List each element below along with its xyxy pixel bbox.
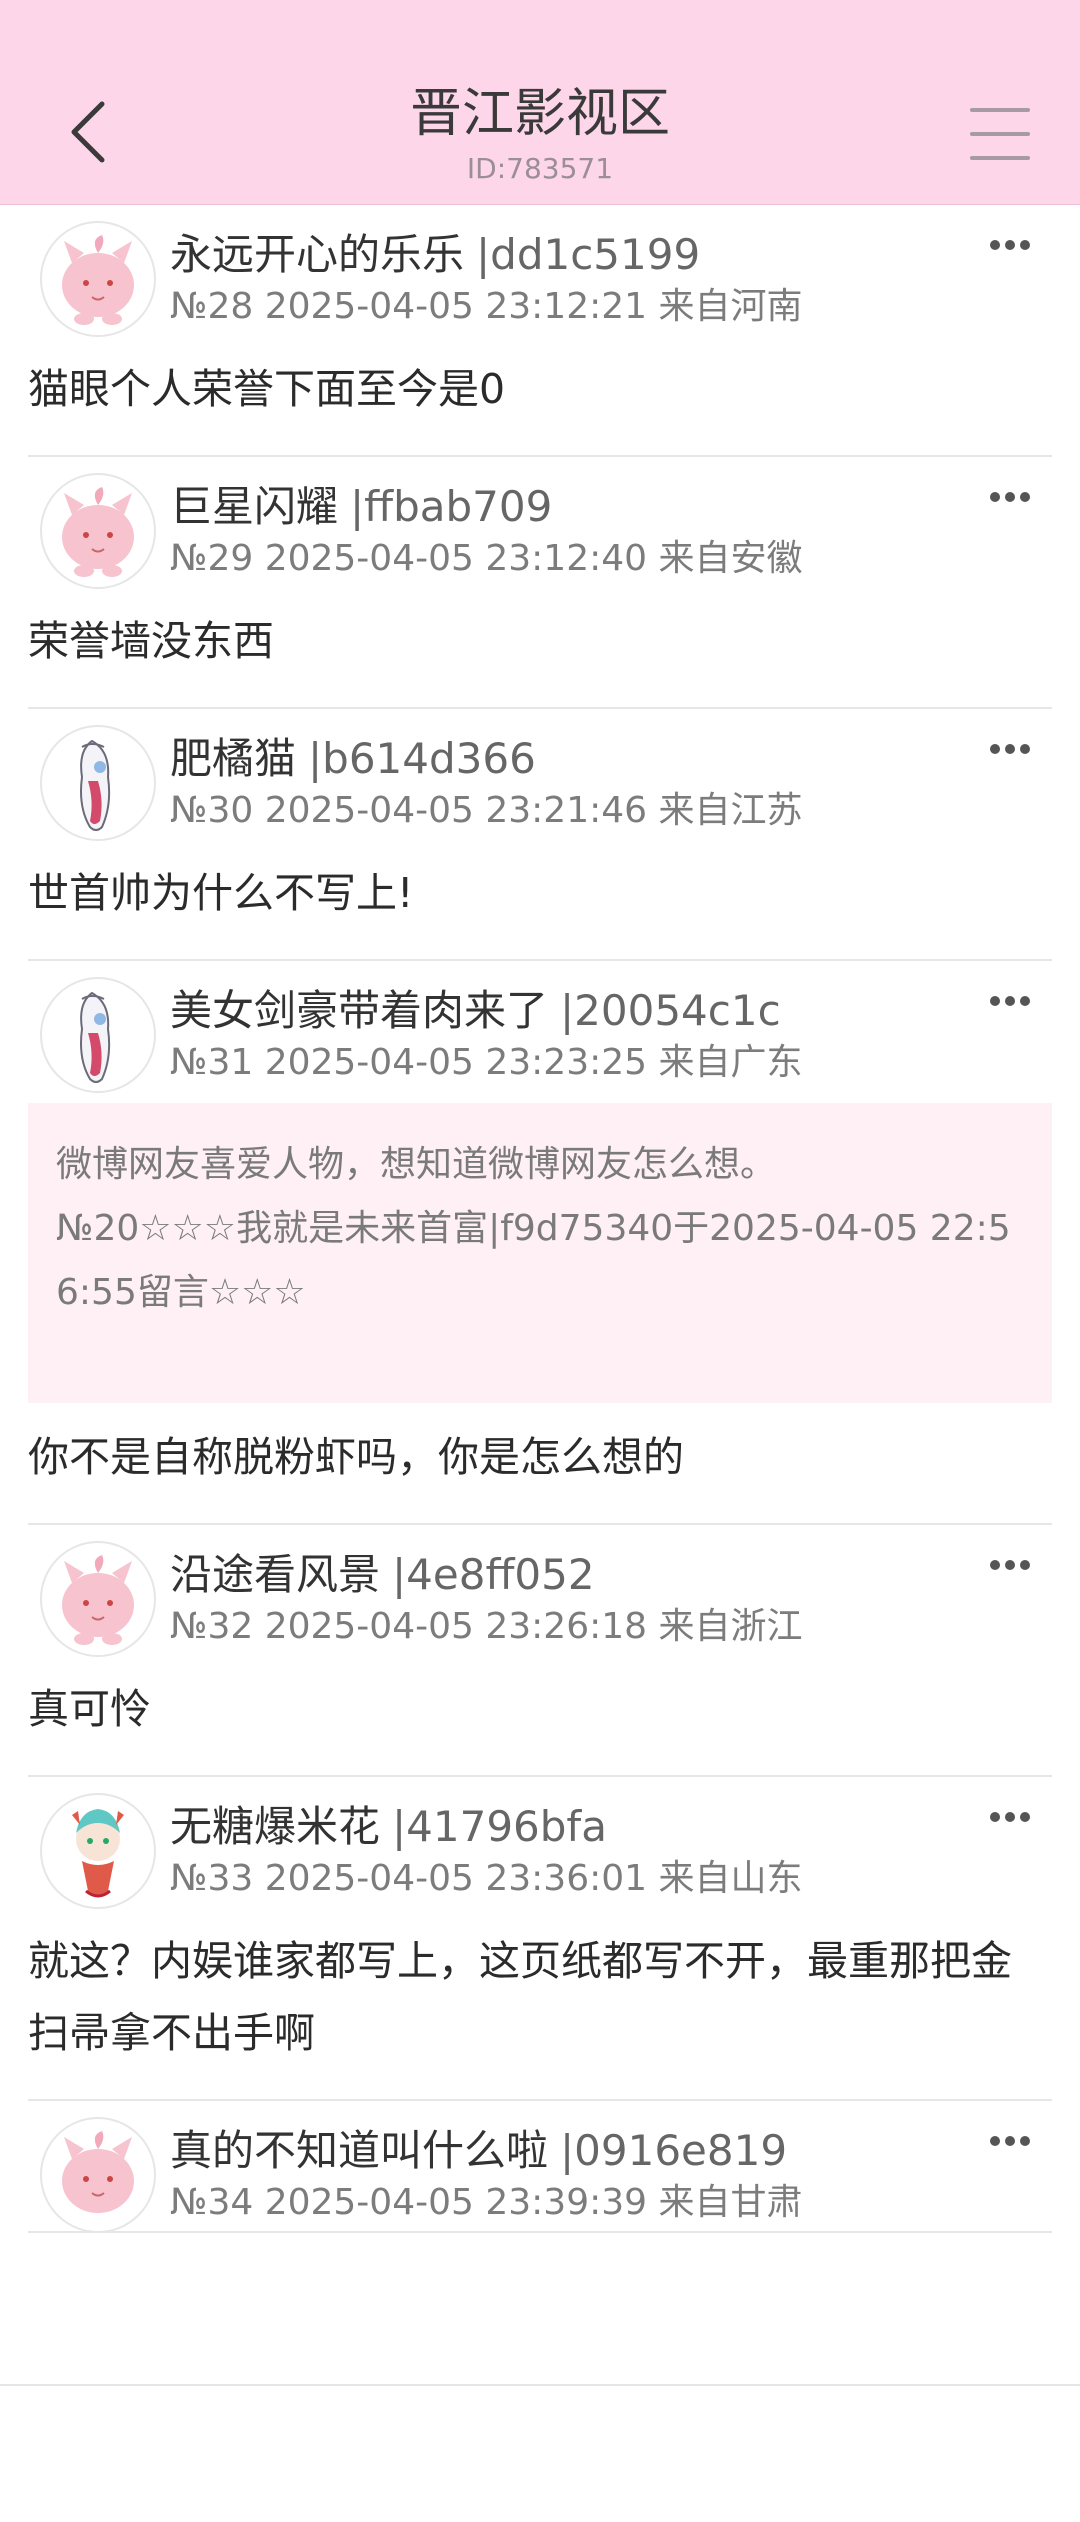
post-item: 肥橘猫 |b614d366 №30 2025-04-05 23:21:46 来自江… xyxy=(28,709,1052,961)
avatar[interactable] xyxy=(40,1541,156,1657)
more-icon xyxy=(990,2131,1035,2150)
post-content: 世首帅为什么不写上! xyxy=(28,869,414,917)
ribbon-creature-avatar-icon xyxy=(80,739,111,831)
post-meta: №31 2025-04-05 23:23:25 来自广东 xyxy=(170,1042,803,1083)
pink-creature-avatar-icon xyxy=(62,487,134,577)
author-name: 肥橘猫 xyxy=(170,734,297,783)
post-meta: №29 2025-04-05 23:12:40 来自安徽 xyxy=(170,538,803,579)
author-uid: |20054c1c xyxy=(560,986,781,1035)
quote-source: №20☆☆☆我就是未来首富|f9d75340于2025-04-05 22:56:… xyxy=(56,1208,1011,1313)
post-meta: №32 2025-04-05 23:26:18 来自浙江 xyxy=(170,1606,803,1647)
post-content: 就这？内娱谁家都写上，这页纸都写不开，最重那把金扫帚拿不出手啊 xyxy=(28,1937,1012,2057)
menu-icon xyxy=(970,108,1030,112)
author-uid: |dd1c5199 xyxy=(476,230,701,279)
more-icon xyxy=(990,991,1035,1010)
post-list[interactable]: 永远开心的乐乐 |dd1c5199 №28 2025-04-05 23:12:21… xyxy=(0,205,1080,2385)
post-item: 沿途看风景 |4e8ff052 №32 2025-04-05 23:26:18 来… xyxy=(28,1525,1052,1777)
more-icon xyxy=(990,1807,1035,1826)
avatar[interactable] xyxy=(40,2117,156,2233)
author-uid: |0916e819 xyxy=(560,2126,788,2175)
post-author[interactable]: 永远开心的乐乐 |dd1c5199 xyxy=(170,229,700,281)
avatar[interactable] xyxy=(40,473,156,589)
post-content: 荣誉墙没东西 xyxy=(28,617,274,665)
post-author[interactable]: 美女剑豪带着肉来了 |20054c1c xyxy=(170,985,781,1037)
quoted-reply[interactable]: 微博网友喜爱人物，想知道微博网友怎么想。 №20☆☆☆我就是未来首富|f9d75… xyxy=(28,1103,1052,1403)
author-uid: |ffbab709 xyxy=(350,482,553,531)
post-author[interactable]: 无糖爆米花 |41796bfa xyxy=(170,1801,607,1853)
author-uid: |b614d366 xyxy=(308,734,536,783)
more-options-button[interactable] xyxy=(990,235,1036,255)
author-name: 美女剑豪带着肉来了 xyxy=(170,986,549,1035)
ribbon-creature-avatar-icon xyxy=(80,991,111,1083)
avatar[interactable] xyxy=(40,221,156,337)
post-author[interactable]: 肥橘猫 |b614d366 xyxy=(170,733,536,785)
post-header: 美女剑豪带着肉来了 |20054c1c №31 2025-04-05 23:23:… xyxy=(28,961,1052,1093)
post-content: 猫眼个人荣誉下面至今是0 xyxy=(28,365,506,413)
more-icon xyxy=(990,1555,1035,1574)
post-header: 肥橘猫 |b614d366 №30 2025-04-05 23:21:46 来自江… xyxy=(28,709,1052,841)
more-icon xyxy=(990,739,1035,758)
page-title: 晋江影视区 xyxy=(409,84,670,144)
author-name: 巨星闪耀 xyxy=(170,482,339,531)
mermaid-creature-avatar-icon xyxy=(72,1809,124,1898)
more-icon xyxy=(990,235,1035,254)
pink-creature-avatar-icon xyxy=(62,2131,134,2213)
pink-creature-avatar-icon xyxy=(62,235,134,325)
post-author[interactable]: 巨星闪耀 |ffbab709 xyxy=(170,481,552,533)
author-name: 真的不知道叫什么啦 xyxy=(170,2126,549,2175)
post-item: 美女剑豪带着肉来了 |20054c1c №31 2025-04-05 23:23:… xyxy=(28,961,1052,1525)
post-meta: №30 2025-04-05 23:21:46 来自江苏 xyxy=(170,790,803,831)
menu-button[interactable] xyxy=(970,108,1030,164)
post-item: 巨星闪耀 |ffbab709 №29 2025-04-05 23:12:40 来自… xyxy=(28,457,1052,709)
more-options-button[interactable] xyxy=(990,487,1036,507)
more-options-button[interactable] xyxy=(990,2131,1036,2151)
post-item: 永远开心的乐乐 |dd1c5199 №28 2025-04-05 23:12:21… xyxy=(28,205,1052,457)
menu-icon-line xyxy=(970,132,1030,136)
avatar[interactable] xyxy=(40,725,156,841)
author-name: 无糖爆米花 xyxy=(170,1802,381,1851)
forum-id: ID:783571 xyxy=(466,152,614,185)
more-options-button[interactable] xyxy=(990,739,1036,759)
post-author[interactable]: 真的不知道叫什么啦 |0916e819 xyxy=(170,2125,787,2177)
post-header: 沿途看风景 |4e8ff052 №32 2025-04-05 23:26:18 来… xyxy=(28,1525,1052,1657)
post-item: 无糖爆米花 |41796bfa №33 2025-04-05 23:36:01 来… xyxy=(28,1777,1052,2101)
post-author[interactable]: 沿途看风景 |4e8ff052 xyxy=(170,1549,595,1601)
post-content: 真可怜 xyxy=(28,1685,151,1733)
more-options-button[interactable] xyxy=(990,1807,1036,1827)
menu-icon-line xyxy=(970,156,1030,160)
post-meta: №28 2025-04-05 23:12:21 来自河南 xyxy=(170,286,803,327)
bottom-bar xyxy=(0,2384,1080,2522)
avatar[interactable] xyxy=(40,1793,156,1909)
avatar[interactable] xyxy=(40,977,156,1093)
more-options-button[interactable] xyxy=(990,991,1036,1011)
author-uid: |41796bfa xyxy=(392,1802,607,1851)
more-icon xyxy=(990,487,1035,506)
author-name: 永远开心的乐乐 xyxy=(170,230,465,279)
author-uid: |4e8ff052 xyxy=(392,1550,595,1599)
quote-text: 微博网友喜爱人物，想知道微博网友怎么想。 xyxy=(56,1144,777,1185)
post-item: 真的不知道叫什么啦 |0916e819 №34 2025-04-05 23:39:… xyxy=(28,2101,1052,2233)
app-header: 晋江影视区 ID:783571 xyxy=(0,0,1080,205)
post-meta: №33 2025-04-05 23:36:01 来自山东 xyxy=(170,1858,803,1899)
post-header: 永远开心的乐乐 |dd1c5199 №28 2025-04-05 23:12:21… xyxy=(28,205,1052,337)
post-header: 真的不知道叫什么啦 |0916e819 №34 2025-04-05 23:39:… xyxy=(28,2101,1052,2233)
pink-creature-avatar-icon xyxy=(62,1555,134,1645)
post-header: 无糖爆米花 |41796bfa №33 2025-04-05 23:36:01 来… xyxy=(28,1777,1052,1909)
post-header: 巨星闪耀 |ffbab709 №29 2025-04-05 23:12:40 来自… xyxy=(28,457,1052,589)
author-name: 沿途看风景 xyxy=(170,1550,381,1599)
more-options-button[interactable] xyxy=(990,1555,1036,1575)
post-content: 你不是自称脱粉虾吗，你是怎么想的 xyxy=(28,1433,684,1481)
post-meta: №34 2025-04-05 23:39:39 来自甘肃 xyxy=(170,2182,803,2223)
